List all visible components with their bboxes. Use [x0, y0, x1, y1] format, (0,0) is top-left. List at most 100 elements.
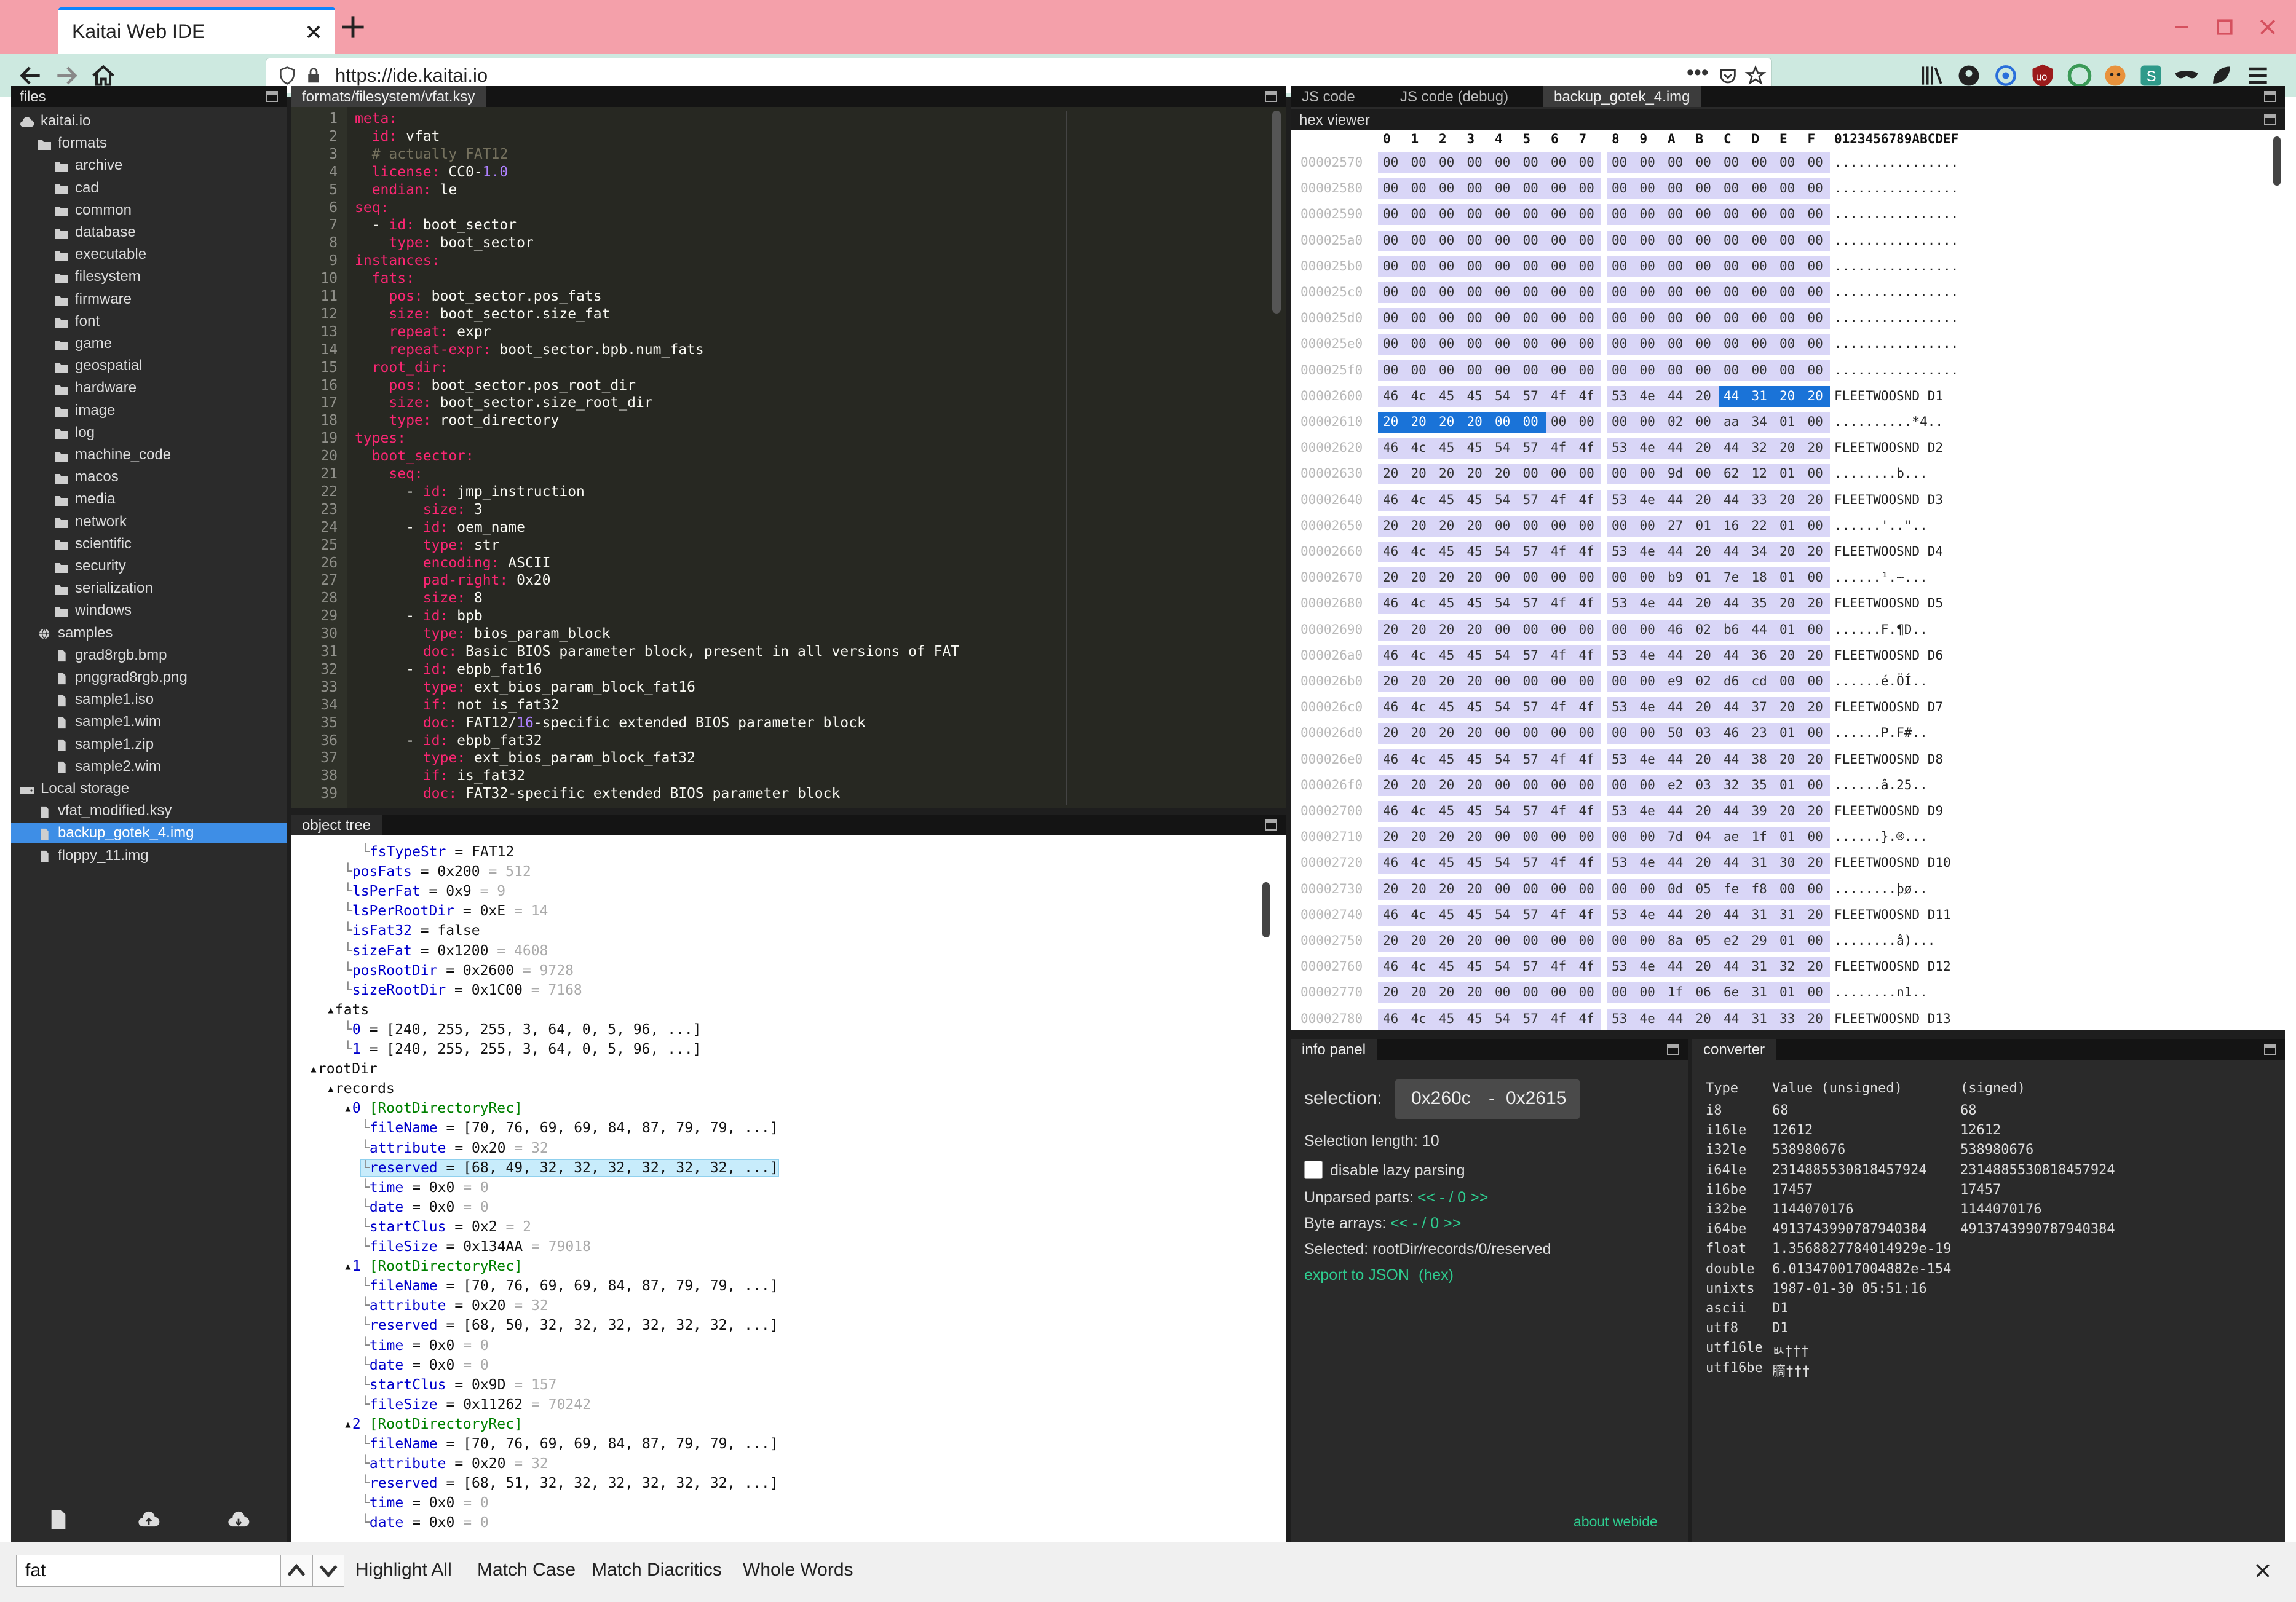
hex-byte[interactable]: 00 [1690, 334, 1719, 355]
maximize-pane-icon[interactable] [266, 91, 278, 102]
hex-row[interactable]: 00002770 20 20 20 20 00 00 00 00 00 00 1f 06 6e 31 01 00… [1291, 980, 2268, 1004]
hex-byte[interactable]: 00 [1574, 334, 1601, 355]
hex-byte[interactable]: 20 [1802, 385, 1830, 407]
hex-byte[interactable]: 00 [1746, 152, 1775, 173]
hex-byte[interactable]: 45 [1434, 385, 1462, 407]
hex-byte[interactable]: 20 [1690, 957, 1719, 978]
hex-byte[interactable]: 20 [1775, 697, 1803, 719]
hex-byte[interactable]: 00 [1574, 308, 1601, 329]
hex-byte[interactable]: 53 [1607, 853, 1635, 874]
hex-byte[interactable]: 35 [1746, 593, 1775, 615]
expand-arrow-icon[interactable]: ▴ [327, 1002, 335, 1018]
hex-byte[interactable]: 00 [1518, 567, 1546, 589]
hex-byte[interactable]: 20 [1378, 931, 1406, 952]
hex-byte[interactable]: 00 [1546, 464, 1574, 485]
object-tree-row[interactable]: └posRootDir = 0x2600 = 9728 [344, 963, 574, 979]
hex-byte[interactable]: 00 [1434, 282, 1462, 303]
hex-byte[interactable]: 00 [1802, 567, 1830, 589]
hex-byte[interactable]: 20 [1378, 619, 1406, 641]
hex-byte[interactable]: 00 [1802, 360, 1830, 381]
hex-byte[interactable]: 23 [1746, 723, 1775, 744]
pocket-icon[interactable] [1717, 66, 1738, 87]
hex-byte[interactable]: 00 [1690, 464, 1719, 485]
file-tree-item[interactable]: game [11, 333, 287, 354]
hex-byte[interactable]: 54 [1490, 645, 1518, 666]
hex-byte[interactable]: 20 [1406, 464, 1435, 485]
hex-byte[interactable]: 00 [1634, 204, 1663, 226]
object-tree-row[interactable]: ▴fats [327, 1002, 369, 1018]
hex-byte[interactable]: 00 [1378, 204, 1406, 226]
hex-byte[interactable]: 20 [1462, 723, 1490, 744]
hex-byte[interactable]: 00 [1518, 334, 1546, 355]
file-tree-item[interactable]: floppy_11.img [11, 845, 287, 866]
hex-byte[interactable]: 00 [1490, 334, 1518, 355]
hex-byte[interactable]: 20 [1378, 464, 1406, 485]
hex-row[interactable]: 00002570 00 00 00 00 00 00 00 00 00 00 00 00 00 00 00 00… [1291, 150, 2268, 175]
hex-byte[interactable]: 4c [1406, 801, 1435, 822]
hex-byte[interactable]: e2 [1719, 931, 1747, 952]
hex-byte[interactable]: 00 [1574, 775, 1601, 796]
hex-byte[interactable]: 00 [1490, 412, 1518, 433]
unparsed-parts-nav[interactable]: << - / 0 >> [1417, 1189, 1488, 1207]
hex-byte[interactable]: 4f [1546, 489, 1574, 511]
hex-byte[interactable]: 00 [1775, 878, 1803, 900]
hex-byte[interactable]: 4e [1634, 801, 1663, 822]
hex-byte[interactable]: 00 [1719, 256, 1747, 277]
hex-byte[interactable]: 00 [1802, 256, 1830, 277]
hex-byte[interactable]: 01 [1775, 723, 1803, 744]
hex-byte[interactable]: 54 [1490, 697, 1518, 719]
hex-byte[interactable]: 00 [1434, 178, 1462, 200]
object-tree-row[interactable]: └date = 0x0 = 0 [361, 1357, 489, 1373]
object-tree-row[interactable]: └fileName = [70, 76, 69, 69, 84, 87, 79,… [361, 1436, 778, 1452]
hex-byte[interactable]: 4f [1574, 438, 1601, 459]
hex-byte[interactable]: 45 [1462, 593, 1490, 615]
hex-byte[interactable]: ae [1719, 827, 1747, 848]
object-tree-row[interactable]: └attribute = 0x20 = 32 [361, 1456, 548, 1472]
hex-byte[interactable]: 00 [1574, 619, 1601, 641]
hex-byte[interactable]: 00 [1746, 308, 1775, 329]
export-json-link[interactable]: export to JSON [1304, 1266, 1409, 1284]
hex-row[interactable]: 00002680 46 4c 45 45 54 57 4f 4f 53 4e 44 20 44 35 20 20… [1291, 591, 2268, 615]
hex-byte[interactable]: 00 [1634, 931, 1663, 952]
hex-byte[interactable]: 4e [1634, 957, 1663, 978]
hex-byte[interactable]: 4f [1546, 749, 1574, 770]
hex-byte[interactable]: 62 [1719, 464, 1747, 485]
maximize-pane-icon[interactable] [1667, 1044, 1679, 1055]
hex-byte[interactable]: 00 [1518, 515, 1546, 537]
hex-byte[interactable]: 44 [1663, 957, 1691, 978]
close-find-bar-icon[interactable] [2253, 1561, 2273, 1580]
hex-byte[interactable]: 54 [1490, 593, 1518, 615]
hex-byte[interactable]: 46 [1378, 593, 1406, 615]
hex-byte[interactable]: 44 [1663, 385, 1691, 407]
hex-byte[interactable]: 31 [1746, 1008, 1775, 1030]
object-tree-selected-row[interactable]: └reserved = [68, 49, 32, 32, 32, 32, 32,… [360, 1159, 779, 1177]
hex-byte[interactable]: 46 [1378, 645, 1406, 666]
hex-byte[interactable]: 4f [1574, 385, 1601, 407]
hex-row[interactable]: 00002720 46 4c 45 45 54 57 4f 4f 53 4e 44 20 44 31 30 20… [1291, 850, 2268, 875]
hex-byte[interactable]: 00 [1607, 567, 1635, 589]
tab-info-panel[interactable]: info panel [1291, 1039, 1377, 1060]
hex-byte[interactable]: 00 [1406, 152, 1435, 173]
forward-arrow-icon[interactable] [53, 62, 80, 89]
object-tree-row[interactable]: └0 = [240, 255, 255, 3, 64, 0, 5, 96, ..… [344, 1022, 702, 1038]
hex-byte[interactable]: 00 [1518, 775, 1546, 796]
hex-byte[interactable]: 20 [1775, 542, 1803, 562]
hex-byte[interactable]: 00 [1546, 308, 1574, 329]
hex-byte[interactable]: 00 [1663, 152, 1691, 173]
hex-byte[interactable]: 53 [1607, 438, 1635, 459]
hex-byte[interactable]: 00 [1802, 464, 1830, 485]
hex-byte[interactable]: 00 [1634, 256, 1663, 277]
hex-byte[interactable]: 45 [1434, 749, 1462, 770]
hex-byte[interactable]: 00 [1607, 464, 1635, 485]
hex-byte[interactable]: 20 [1378, 412, 1406, 433]
hex-byte[interactable]: 00 [1607, 723, 1635, 744]
hex-byte[interactable]: 54 [1490, 957, 1518, 978]
hex-byte[interactable]: 00 [1574, 931, 1601, 952]
hex-byte[interactable]: 20 [1406, 827, 1435, 848]
hex-byte[interactable]: 01 [1690, 515, 1719, 537]
hex-byte[interactable]: 20 [1802, 489, 1830, 511]
hex-byte[interactable]: 00 [1663, 308, 1691, 329]
hex-byte[interactable]: 00 [1802, 931, 1830, 952]
highlight-all-toggle[interactable]: Highlight All [355, 1560, 452, 1580]
object-tree-row[interactable]: └fileName = [70, 76, 69, 69, 84, 87, 79,… [361, 1278, 778, 1294]
